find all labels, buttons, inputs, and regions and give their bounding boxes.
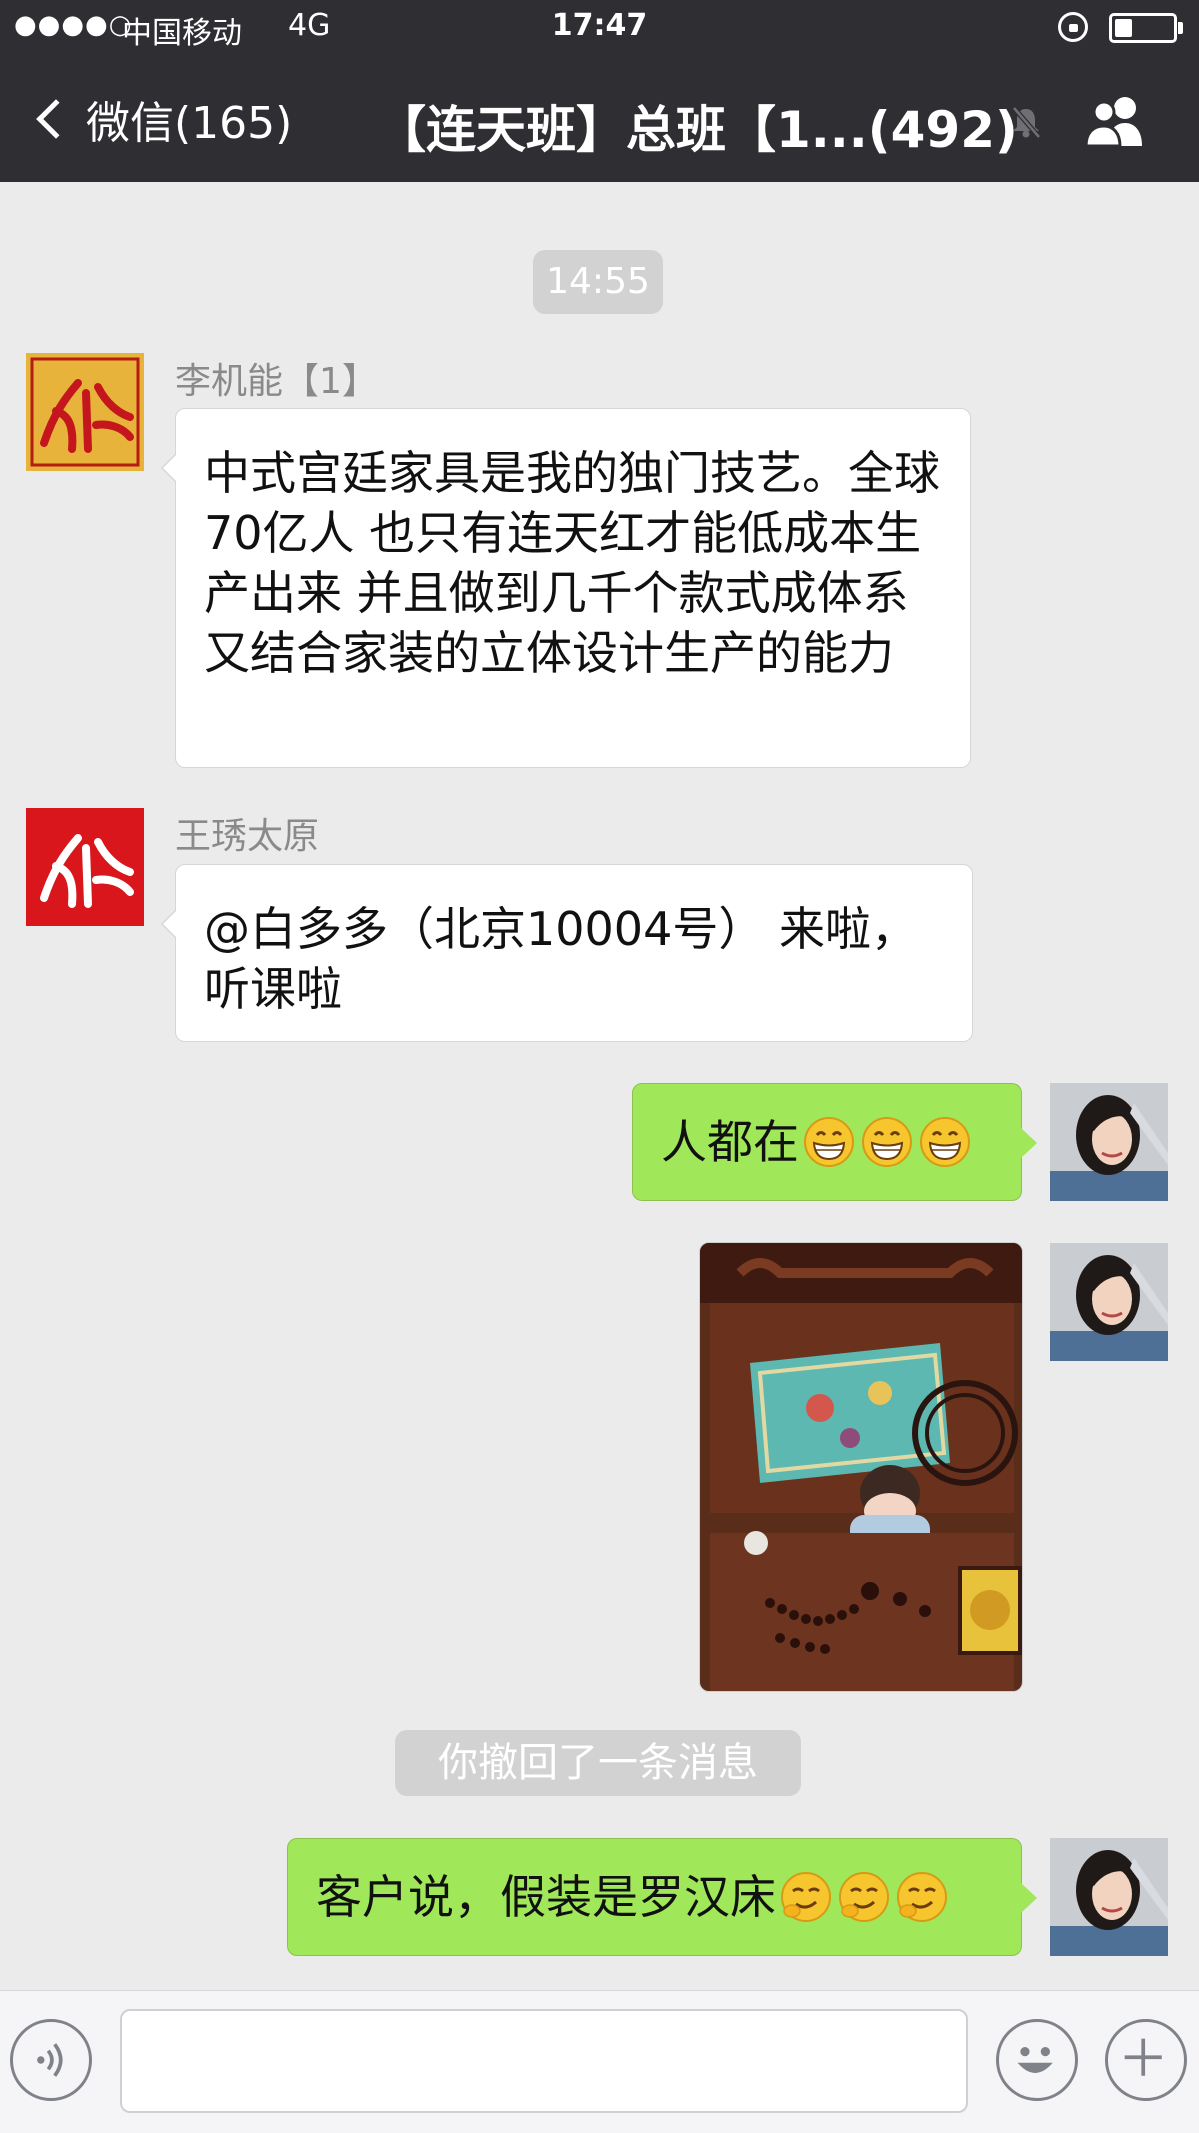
shared-photo[interactable] bbox=[699, 1242, 1023, 1692]
sly-smile-icon bbox=[897, 1872, 947, 1922]
message-text: 人都在 bbox=[661, 1115, 799, 1169]
message-bubble[interactable]: @白多多（北京10004号） 来啦，听课啦 bbox=[161, 864, 973, 1042]
timestamp-pill: 14:55 bbox=[533, 250, 663, 314]
header: ●●●●○ 中国移动 4G 17:47 微信(165) 【连天班】总班【1...… bbox=[0, 0, 1199, 182]
grin-icon bbox=[862, 1117, 912, 1167]
sender-name: 李机能【1】 bbox=[175, 361, 378, 402]
back-label: 微信(165) bbox=[86, 98, 293, 149]
sly-smile-icon bbox=[781, 1872, 831, 1922]
sender-name: 王琇太原 bbox=[175, 816, 320, 857]
status-bar: ●●●●○ 中国移动 4G 17:47 bbox=[0, 0, 1199, 55]
my-avatar[interactable] bbox=[1050, 1083, 1168, 1201]
emoji-row bbox=[803, 1116, 971, 1168]
avatar[interactable] bbox=[26, 808, 144, 926]
battery-level bbox=[1115, 19, 1132, 37]
voice-icon bbox=[37, 2043, 63, 2077]
smiley-icon bbox=[1017, 2047, 1053, 2073]
message-bubble[interactable]: 人都在 bbox=[632, 1083, 1037, 1201]
message-text: 客户说，假装是罗汉床 bbox=[316, 1870, 776, 1924]
voice-button[interactable] bbox=[10, 2019, 92, 2101]
group-icon[interactable] bbox=[1080, 92, 1150, 148]
chat-title: 【连天班】总班【1...(492) bbox=[376, 101, 1018, 159]
message-input[interactable] bbox=[120, 2009, 968, 2113]
bell-muted-icon bbox=[1012, 106, 1041, 139]
message-text: 中式宫廷家具是我的独门技艺。全球70亿人 也只有连天红才能低成本生产出来 并且做… bbox=[204, 446, 940, 680]
my-avatar[interactable] bbox=[1050, 1243, 1168, 1361]
chevron-left-icon bbox=[36, 99, 76, 139]
message-text: @白多多（北京10004号） 来啦，听课啦 bbox=[204, 902, 917, 1016]
my-avatar[interactable] bbox=[1050, 1838, 1168, 1956]
grin-icon bbox=[920, 1117, 970, 1167]
plus-button[interactable] bbox=[1105, 2019, 1187, 2101]
input-bar bbox=[0, 1990, 1199, 2133]
message-bubble[interactable]: 中式宫廷家具是我的独门技艺。全球70亿人 也只有连天红才能低成本生产出来 并且做… bbox=[161, 408, 971, 768]
battery-icon bbox=[1109, 13, 1177, 43]
avatar[interactable] bbox=[26, 353, 144, 471]
battery-cap bbox=[1178, 22, 1183, 34]
emoji-row bbox=[780, 1871, 948, 1923]
recall-notice: 你撤回了一条消息 bbox=[395, 1730, 801, 1796]
message-bubble[interactable]: 客户说，假装是罗汉床 bbox=[287, 1838, 1037, 1956]
emoji-button[interactable] bbox=[996, 2019, 1078, 2101]
grin-icon bbox=[804, 1117, 854, 1167]
sly-smile-icon bbox=[839, 1872, 889, 1922]
plus-icon bbox=[1124, 2038, 1162, 2076]
status-clock: 17:47 bbox=[551, 8, 648, 43]
rotation-lock-icon bbox=[1058, 12, 1088, 42]
back-button[interactable]: 微信(165) bbox=[30, 88, 292, 150]
